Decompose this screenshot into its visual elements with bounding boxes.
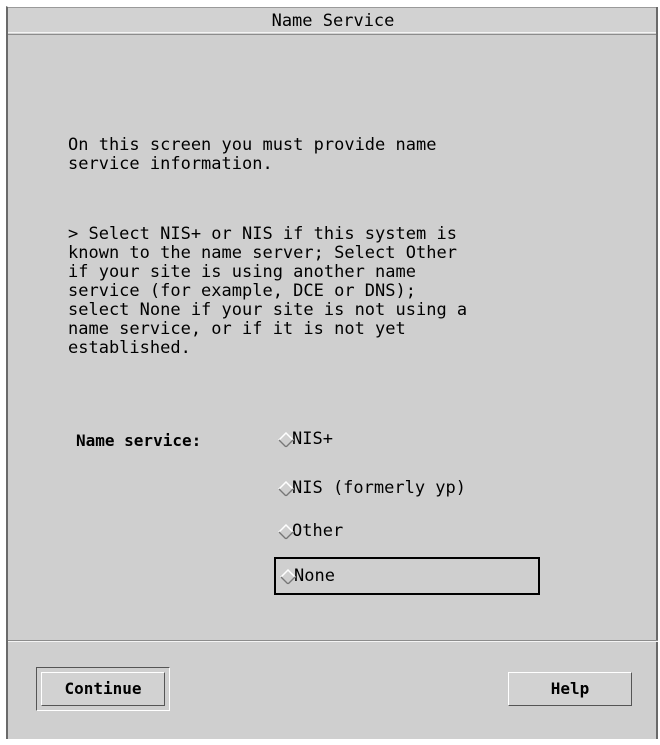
- radio-other[interactable]: Other: [278, 514, 343, 548]
- diamond-radio-icon: [278, 481, 294, 497]
- name-service-label: Name service:: [76, 431, 202, 450]
- diamond-radio-icon: [280, 569, 296, 585]
- name-service-dialog: Name Service On this screen you must pro…: [6, 6, 658, 739]
- radio-label: None: [294, 566, 335, 586]
- instructions-text: On this screen you must provide name ser…: [68, 98, 628, 409]
- instructions-paragraph-2: > Select NIS+ or NIS if this system is k…: [68, 224, 468, 358]
- footer-separator: [8, 640, 658, 642]
- diamond-radio-icon: [278, 432, 294, 448]
- diamond-radio-icon: [278, 524, 294, 540]
- radio-label: NIS+: [292, 429, 333, 449]
- radio-none[interactable]: None: [274, 557, 540, 595]
- radio-nis[interactable]: NIS (formerly yp): [278, 471, 466, 505]
- radio-label: Other: [292, 521, 344, 541]
- help-button[interactable]: Help: [508, 672, 632, 706]
- instructions-paragraph-1: On this screen you must provide name ser…: [68, 135, 437, 174]
- continue-button[interactable]: Continue: [41, 672, 165, 706]
- radio-nis-plus[interactable]: NIS+: [278, 422, 333, 456]
- radio-label: NIS (formerly yp): [292, 478, 466, 498]
- window-title: Name Service: [271, 11, 395, 31]
- title-bar[interactable]: Name Service: [8, 7, 658, 35]
